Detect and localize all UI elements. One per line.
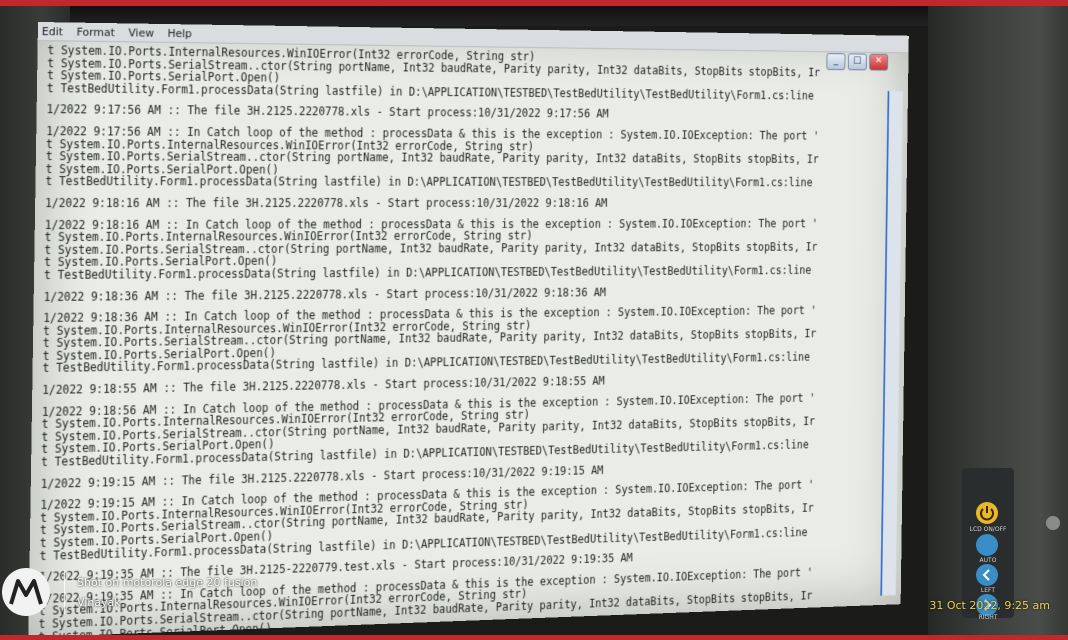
left-label: LEFT — [980, 587, 996, 594]
arrow-left-icon — [982, 569, 990, 581]
monitor-screw — [1046, 516, 1060, 530]
auto-label: AUTO — [979, 557, 997, 564]
power-button[interactable] — [976, 502, 998, 524]
right-label: RIGHT — [978, 614, 998, 621]
photo-frame-bottom — [0, 635, 1068, 640]
watermark-device-text: Shot on motorola edge 20 fusion — [77, 576, 258, 589]
photo-timestamp: 31 Oct 2022, 9:25 am — [929, 599, 1050, 612]
vertical-scrollbar[interactable] — [880, 90, 903, 596]
motorola-m-icon — [9, 579, 43, 605]
log-line: t TestBedUtility.Form1.processData(Strin… — [45, 174, 813, 190]
watermark-divider — [64, 570, 65, 614]
menu-item-view[interactable]: View — [128, 26, 154, 39]
log-line: 1/2022 9:18:16 AM :: The file 3H.2125.22… — [44, 195, 608, 210]
watermark-author-text: Vinayak — [77, 596, 121, 609]
auto-button[interactable] — [976, 534, 998, 556]
left-button[interactable] — [976, 564, 998, 586]
power-label: LCD ON/OFF — [969, 526, 1007, 533]
log-text-area[interactable]: t System.IO.Ports.InternalResources.WinI… — [38, 43, 874, 637]
menu-item-help[interactable]: Help — [167, 27, 191, 40]
monitor-control-panel: LCD ON/OFF AUTO LEFT RIGHT — [962, 468, 1014, 621]
menu-item-format[interactable]: Format — [77, 25, 115, 39]
power-icon — [980, 506, 994, 521]
motorola-logo-icon — [2, 568, 50, 616]
monitor-screen: Edit Format View Help _ □ ✕ t System.IO.… — [28, 22, 909, 638]
menu-item-edit[interactable]: Edit — [42, 25, 63, 38]
